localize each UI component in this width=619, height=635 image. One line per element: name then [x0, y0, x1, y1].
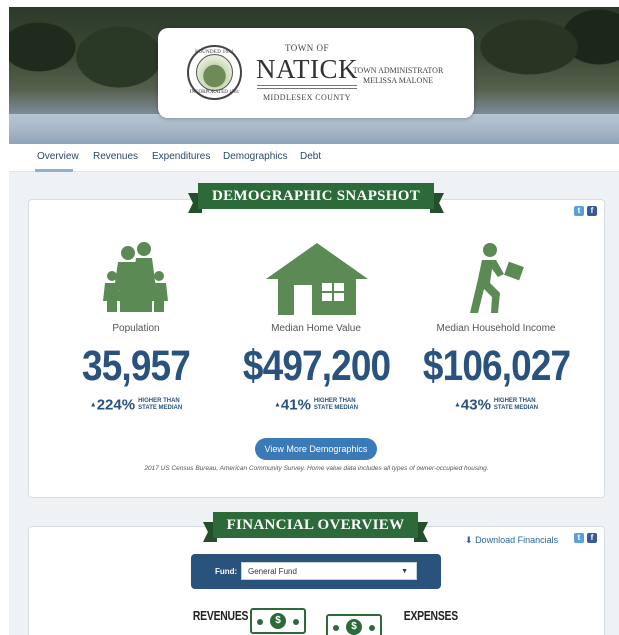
facebook-share-icon[interactable]: f [587, 533, 597, 543]
dollar-icon: $ [270, 613, 286, 629]
twitter-share-icon[interactable]: t [574, 533, 584, 543]
admin-title: TOWN ADMINISTRATOR [352, 66, 444, 75]
download-icon: ⬇ [465, 535, 473, 545]
download-financials-link[interactable]: ⬇ Download Financials [465, 535, 558, 546]
up-arrow-icon: ▲ [453, 401, 461, 409]
tab-revenues[interactable]: Revenues [93, 151, 138, 162]
admin-name: MELISSA MALONE [362, 76, 433, 85]
bill-dot [333, 625, 339, 631]
download-label: Download Financials [475, 535, 559, 545]
tab-debt[interactable]: Debt [300, 151, 321, 162]
revenues-label: REVENUES [192, 608, 249, 623]
fund-label: Fund: [215, 567, 238, 576]
stat-label-household-income: Median Household Income [436, 323, 556, 334]
town-of-label: TOWN OF [284, 43, 330, 53]
twitter-share-icon[interactable]: t [574, 206, 584, 216]
town-name: NATICK [256, 54, 358, 84]
stat-comparison: HIGHER THAN STATE MEDIAN [313, 397, 359, 411]
stat-value-population: 35,957 [82, 342, 191, 390]
expenses-label: EXPENSES [403, 608, 458, 623]
bill-dot [369, 625, 375, 631]
view-more-demographics-button[interactable]: View More Demographics [255, 438, 377, 460]
divider [257, 85, 357, 86]
fund-selector-bar: Fund: General Fund ▼ [191, 554, 441, 589]
stat-compare-household-income: ▲43% HIGHER THAN STATE MEDIAN [411, 396, 581, 414]
financial-overview-ribbon: FINANCIAL OVERVIEW [213, 512, 418, 538]
county-label: MIDDLESEX COUNTY [263, 93, 351, 102]
stat-comparison: HIGHER THAN STATE MEDIAN [138, 397, 183, 411]
stat-compare-home-value: ▲41% HIGHER THAN STATE MEDIAN [231, 396, 401, 414]
stat-compare-population: ▲224% HIGHER THAN STATE MEDIAN [51, 396, 221, 414]
tab-overview[interactable]: Overview [37, 151, 79, 162]
bill-dot [257, 619, 263, 625]
money-bill-icon: $ [326, 614, 382, 635]
walking-person-icon [470, 243, 524, 313]
fund-select[interactable]: General Fund ▼ [241, 562, 417, 580]
dollar-icon: $ [346, 619, 362, 635]
money-bill-icon: $ [250, 608, 306, 634]
stat-value-home-value: $497,200 [242, 342, 391, 390]
seal-bottom-text: INCORPORATED 1781 [189, 90, 240, 95]
census-footnote: 2017 US Census Bureau, American Communit… [144, 465, 489, 472]
stat-pct: 43% [460, 396, 491, 414]
tab-demographics[interactable]: Demographics [223, 151, 287, 162]
house-icon [266, 243, 368, 315]
main-nav: Overview Revenues Expenditures Demograph… [9, 144, 619, 172]
stat-label-population: Population [112, 323, 160, 334]
hero-water [9, 114, 619, 144]
up-arrow-icon: ▲ [89, 401, 97, 409]
demographic-snapshot-ribbon: DEMOGRAPHIC SNAPSHOT [198, 183, 434, 209]
chevron-down-icon: ▼ [401, 568, 408, 575]
stat-value-household-income: $106,027 [422, 342, 571, 390]
seal-inner [196, 54, 233, 91]
family-icon [103, 242, 168, 312]
up-arrow-icon: ▲ [273, 401, 281, 409]
facebook-share-icon[interactable]: f [587, 206, 597, 216]
stat-pct: 224% [96, 396, 136, 414]
tab-expenditures[interactable]: Expenditures [152, 151, 210, 162]
fund-select-value: General Fund [248, 567, 297, 576]
town-seal-icon: FOUNDED 1651 INCORPORATED 1781 [187, 45, 242, 100]
divider [257, 88, 357, 89]
bill-dot [293, 619, 299, 625]
town-logo-card: FOUNDED 1651 INCORPORATED 1781 TOWN OF N… [158, 28, 474, 118]
stat-pct: 41% [280, 396, 311, 414]
stat-label-home-value: Median Home Value [271, 323, 361, 334]
stat-comparison: HIGHER THAN STATE MEDIAN [493, 397, 539, 411]
